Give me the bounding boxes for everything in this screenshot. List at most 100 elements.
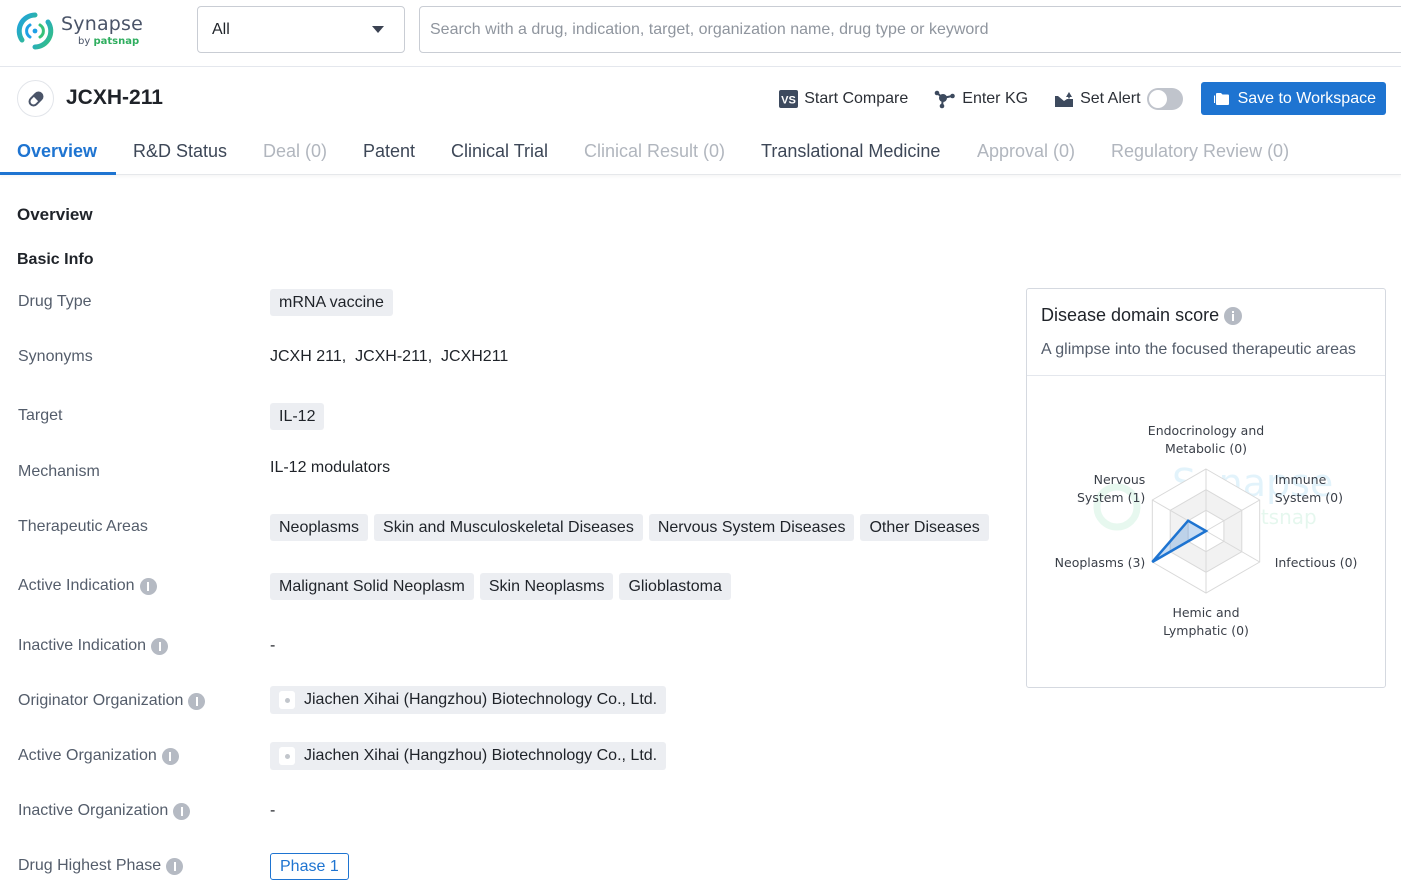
app-byline: by patsnap [78, 36, 139, 47]
organization-name: Jiachen Xihai (Hangzhou) Biotechnology C… [304, 747, 658, 764]
highest-phase-label: Drug Highest Phase [18, 857, 184, 875]
byline-by: by [78, 36, 91, 47]
drug-type-value: mRNA vaccine [270, 289, 399, 316]
therapeutic-area-tag[interactable]: Neoplasms [270, 514, 369, 541]
tab-approval[interactable]: Approval (0) [977, 141, 1075, 162]
tab-regulatory-review[interactable]: Regulatory Review (0) [1111, 141, 1289, 162]
active-indication-value: Malignant Solid Neoplasm Skin Neoplasms … [270, 573, 737, 600]
radar-axis-label-line: Neoplasms (3) [1055, 555, 1146, 570]
tab-clinical-trial[interactable]: Clinical Trial [451, 141, 548, 162]
indication-tag[interactable]: Skin Neoplasms [479, 573, 614, 600]
info-icon[interactable] [151, 637, 169, 655]
caret-down-icon [372, 26, 384, 33]
section-title-overview: Overview [17, 205, 93, 224]
byline-brand: patsnap [93, 36, 140, 47]
tab-deal[interactable]: Deal (0) [263, 141, 327, 162]
search-input[interactable] [419, 6, 1401, 53]
search-scope-value: All [212, 20, 230, 38]
synonyms-label: Synonyms [18, 348, 93, 366]
radar-axis-label-line: System (1) [1077, 490, 1145, 505]
info-icon[interactable] [139, 577, 157, 595]
organization-tag[interactable]: Jiachen Xihai (Hangzhou) Biotechnology C… [270, 686, 667, 714]
inactive-org-label: Inactive Organization [18, 802, 191, 820]
active-indication-label-text: Active Indication [18, 577, 135, 594]
info-icon[interactable] [1224, 306, 1243, 325]
tab-overview[interactable]: Overview [17, 141, 97, 162]
disease-card-title-text: Disease domain score [1041, 305, 1220, 325]
drug-type-label: Drug Type [18, 293, 92, 311]
enter-kg-label: Enter KG [962, 89, 1029, 107]
radar-axis-label: Endocrinology and Metabolic (0) [1148, 423, 1264, 456]
tab-bar: Overview R&D Status Deal (0) Patent Clin… [0, 128, 1401, 175]
active-org-value: Jiachen Xihai (Hangzhou) Biotechnology C… [270, 742, 667, 770]
radar-axis-label-line: Nervous [1094, 472, 1146, 487]
mechanism-label-text: Mechanism [18, 463, 100, 480]
app-name: Synapse [61, 13, 144, 35]
svg-text:VS: VS [781, 94, 796, 106]
originator-org-label-text: Originator Organization [18, 692, 184, 709]
synapse-logo[interactable]: Synapse by patsnap [16, 12, 146, 52]
disease-card-subtitle: A glimpse into the focused therapeutic a… [1041, 341, 1356, 358]
enter-kg-button[interactable]: Enter KG [934, 89, 1028, 109]
therapeutic-area-tag[interactable]: Nervous System Diseases [648, 514, 855, 541]
highest-phase-value: Phase 1 [270, 853, 349, 880]
synapse-logo-icon [16, 12, 54, 50]
folder-icon [1213, 93, 1229, 105]
info-icon[interactable] [188, 692, 206, 710]
radar-axis-label: Hemic and Lymphatic (0) [1163, 605, 1249, 638]
highest-phase-label-text: Drug Highest Phase [18, 857, 162, 874]
indication-tag[interactable]: Malignant Solid Neoplasm [270, 573, 474, 600]
target-tag[interactable]: IL-12 [270, 403, 325, 430]
radar-axis-label: Infectious (0) [1275, 555, 1358, 570]
save-to-workspace-button[interactable]: Save to Workspace [1200, 82, 1386, 115]
top-bar: Synapse by patsnap All [0, 0, 1401, 67]
organization-name: Jiachen Xihai (Hangzhou) Biotechnology C… [304, 691, 658, 708]
target-label: Target [18, 407, 62, 425]
section-title-basic-info: Basic Info [17, 251, 94, 268]
tab-patent[interactable]: Patent [363, 141, 415, 162]
indication-tag[interactable]: Glioblastoma [619, 573, 731, 600]
set-alert-toggle[interactable] [1146, 87, 1183, 110]
tab-translational-medicine[interactable]: Translational Medicine [761, 141, 940, 162]
drug-type-label-text: Drug Type [18, 293, 92, 310]
mechanism-value: IL-12 modulators [270, 459, 391, 476]
therapeutic-areas-value: Neoplasms Skin and Musculoskeletal Disea… [270, 514, 995, 541]
radar-axis-label: Neoplasms (3) [1055, 555, 1146, 570]
radar-axis-label-line: Lymphatic (0) [1163, 623, 1249, 638]
radar-axis-label-line: Endocrinology and [1148, 423, 1264, 438]
inactive-indication-value: - [270, 637, 276, 654]
inactive-indication-label: Inactive Indication [18, 637, 169, 655]
disease-domain-score-card: Disease domain score A glimpse into the … [1026, 288, 1386, 688]
organization-tag[interactable]: Jiachen Xihai (Hangzhou) Biotechnology C… [270, 742, 667, 770]
drug-header: JCXH-211 VS Start Compare Enter KG Set A… [0, 68, 1401, 128]
therapeutic-area-tag[interactable]: Other Diseases [860, 514, 989, 541]
active-indication-label: Active Indication [18, 577, 157, 595]
radar-axis-label-line: Metabolic (0) [1165, 441, 1247, 456]
target-label-text: Target [18, 407, 63, 424]
tab-clinical-result[interactable]: Clinical Result (0) [584, 141, 725, 162]
organization-logo-icon [279, 747, 295, 765]
drug-actions: VS Start Compare Enter KG Set Alert Save… [779, 82, 1386, 115]
radar-axis-label-line: Immune [1275, 472, 1327, 487]
set-alert-control[interactable]: Set Alert [1054, 87, 1183, 110]
start-compare-label: Start Compare [804, 89, 909, 107]
info-icon[interactable] [161, 747, 179, 765]
search-scope-select[interactable]: All [197, 6, 405, 53]
radar-axis-label-line: Infectious (0) [1275, 555, 1358, 570]
info-icon[interactable] [166, 857, 184, 875]
drug-type-tag[interactable]: mRNA vaccine [270, 289, 393, 316]
active-org-label-text: Active Organization [18, 747, 157, 764]
originator-org-value: Jiachen Xihai (Hangzhou) Biotechnology C… [270, 686, 667, 714]
compare-icon: VS [779, 89, 799, 108]
organization-logo-icon [279, 691, 295, 709]
start-compare-button[interactable]: VS Start Compare [779, 89, 909, 108]
drug-title: JCXH-211 [66, 86, 163, 109]
radar-axis-label-line: System (0) [1275, 490, 1343, 505]
active-tab-indicator [0, 172, 116, 175]
info-icon[interactable] [173, 802, 191, 820]
tab-rd-status[interactable]: R&D Status [133, 141, 227, 162]
save-to-workspace-label: Save to Workspace [1237, 89, 1376, 107]
inactive-org-label-text: Inactive Organization [18, 802, 169, 819]
therapeutic-area-tag[interactable]: Skin and Musculoskeletal Diseases [374, 514, 643, 541]
mechanism-label: Mechanism [18, 463, 100, 481]
